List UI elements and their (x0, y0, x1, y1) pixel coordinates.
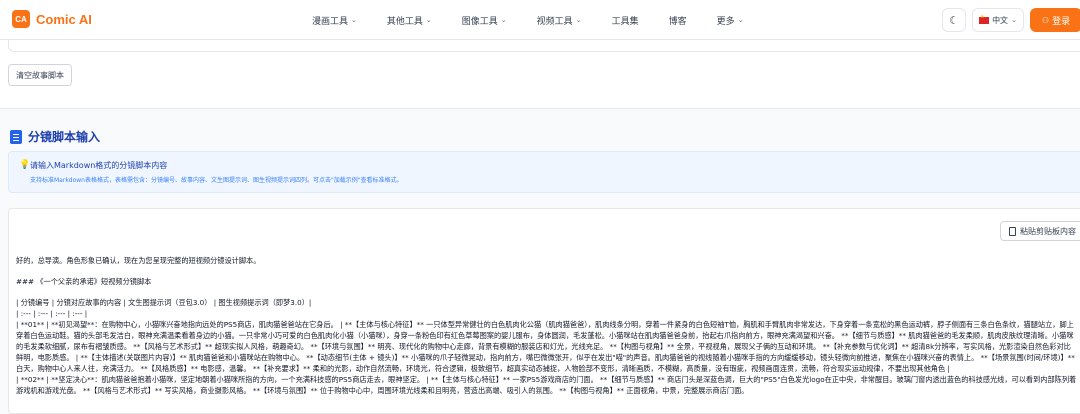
editor-line: | **01** | **初见渴望**：在购物中心，小猫咪兴奋地指向远处的PS5… (16, 320, 1075, 373)
editor-line: 好的，总导演。角色形象已确认，现在为您呈现完整的短视频分镜设计脚本。 (16, 256, 261, 265)
nav-label: 工具集 (611, 16, 639, 27)
chevron-down-icon: ⌄ (1011, 16, 1017, 24)
chevron-down-icon: ⌄ (575, 16, 582, 24)
hint-title: 请输入Markdown格式的分镜脚本内容 (30, 161, 168, 170)
hint-description: 支持标准Markdown表格格式，表格需包含：分镜编号、故事内容、文生图提示词、… (30, 177, 403, 184)
chevron-down-icon: ⌄ (425, 16, 432, 24)
nav-label: 图像工具 (461, 16, 498, 27)
logo-text: Comic AI (36, 11, 92, 27)
format-hint: 💡 请输入Markdown格式的分镜脚本内容 支持标准Markdown表格格式，… (8, 151, 1080, 193)
previous-card (8, 40, 1080, 52)
china-flag-icon (979, 14, 990, 24)
nav-item-more[interactable]: 更多 ⌄ (717, 14, 744, 27)
moon-icon: ☾ (949, 13, 959, 27)
nav-item-other-tools[interactable]: 其他工具 ⌄ (387, 14, 432, 27)
nav-label: 视频工具 (536, 16, 573, 27)
language-select[interactable]: 中文 ⌄ (972, 8, 1024, 32)
document-icon (10, 129, 22, 144)
clear-script-button[interactable]: 清空故事脚本 (8, 64, 72, 86)
nav-label: 其他工具 (386, 16, 423, 27)
editor-line: | 分镜编号 | 分镜对应故事的内容 | 文生图提示词（豆包3.0） | 图生视… (16, 298, 312, 307)
editor-line: | :--- | :--- | :--- | :--- | (16, 309, 88, 318)
nav-item-video-tools[interactable]: 视频工具 ⌄ (537, 14, 582, 27)
login-label: 登录 (1052, 16, 1071, 27)
section-title: 分镜脚本输入 (28, 130, 101, 144)
lightbulb-icon: 💡 (19, 160, 31, 170)
user-icon: ⚇ (1041, 15, 1050, 25)
chevron-down-icon: ⌄ (737, 16, 744, 24)
nav-label: 博客 (668, 16, 687, 27)
language-label: 中文 (992, 15, 1009, 25)
nav-label: 漫画工具 (312, 16, 349, 27)
chevron-down-icon: ⌄ (351, 16, 357, 24)
paste-clipboard-button[interactable]: 粘贴剪贴板内容 (1000, 221, 1080, 241)
nav-item-toolset[interactable]: 工具集 (612, 14, 639, 27)
chevron-down-icon: ⌄ (500, 16, 507, 24)
logo[interactable]: CA Comic AI (12, 10, 92, 28)
top-navbar: CA Comic AI 漫画工具 ⌄ 其他工具 ⌄ 图像工具 ⌄ 视频工具 ⌄ 工具集 … (0, 0, 1080, 40)
logo-badge: CA (12, 10, 30, 28)
editor-line: | **02** | **坚定决心**：肌肉猫爸爸抱着小猫咪，坚定地朝着小猫咪所… (16, 375, 1077, 395)
script-textarea[interactable]: 好的，总导演。角色形象已确认，现在为您呈现完整的短视频分镜设计脚本。 ### 《… (16, 255, 1078, 414)
section-header: 分镜脚本输入 (10, 128, 100, 145)
nav-item-comic-tools[interactable]: 漫画工具 ⌄ (312, 14, 357, 27)
clipboard-icon (1009, 226, 1016, 236)
nav-item-blog[interactable]: 博客 (669, 14, 687, 27)
paste-label: 粘贴剪贴板内容 (1020, 226, 1076, 236)
theme-toggle-button[interactable]: ☾ (942, 8, 966, 32)
main-nav: 漫画工具 ⌄ 其他工具 ⌄ 图像工具 ⌄ 视频工具 ⌄ 工具集 博客 更多 ⌄ (312, 0, 773, 40)
login-button[interactable]: ⚇ 登录 (1030, 8, 1080, 32)
nav-label: 更多 (716, 16, 735, 27)
nav-item-image-tools[interactable]: 图像工具 ⌄ (462, 14, 507, 27)
editor-line: ### 《一个父亲的承诺》短视频分镜脚本 (16, 277, 152, 286)
